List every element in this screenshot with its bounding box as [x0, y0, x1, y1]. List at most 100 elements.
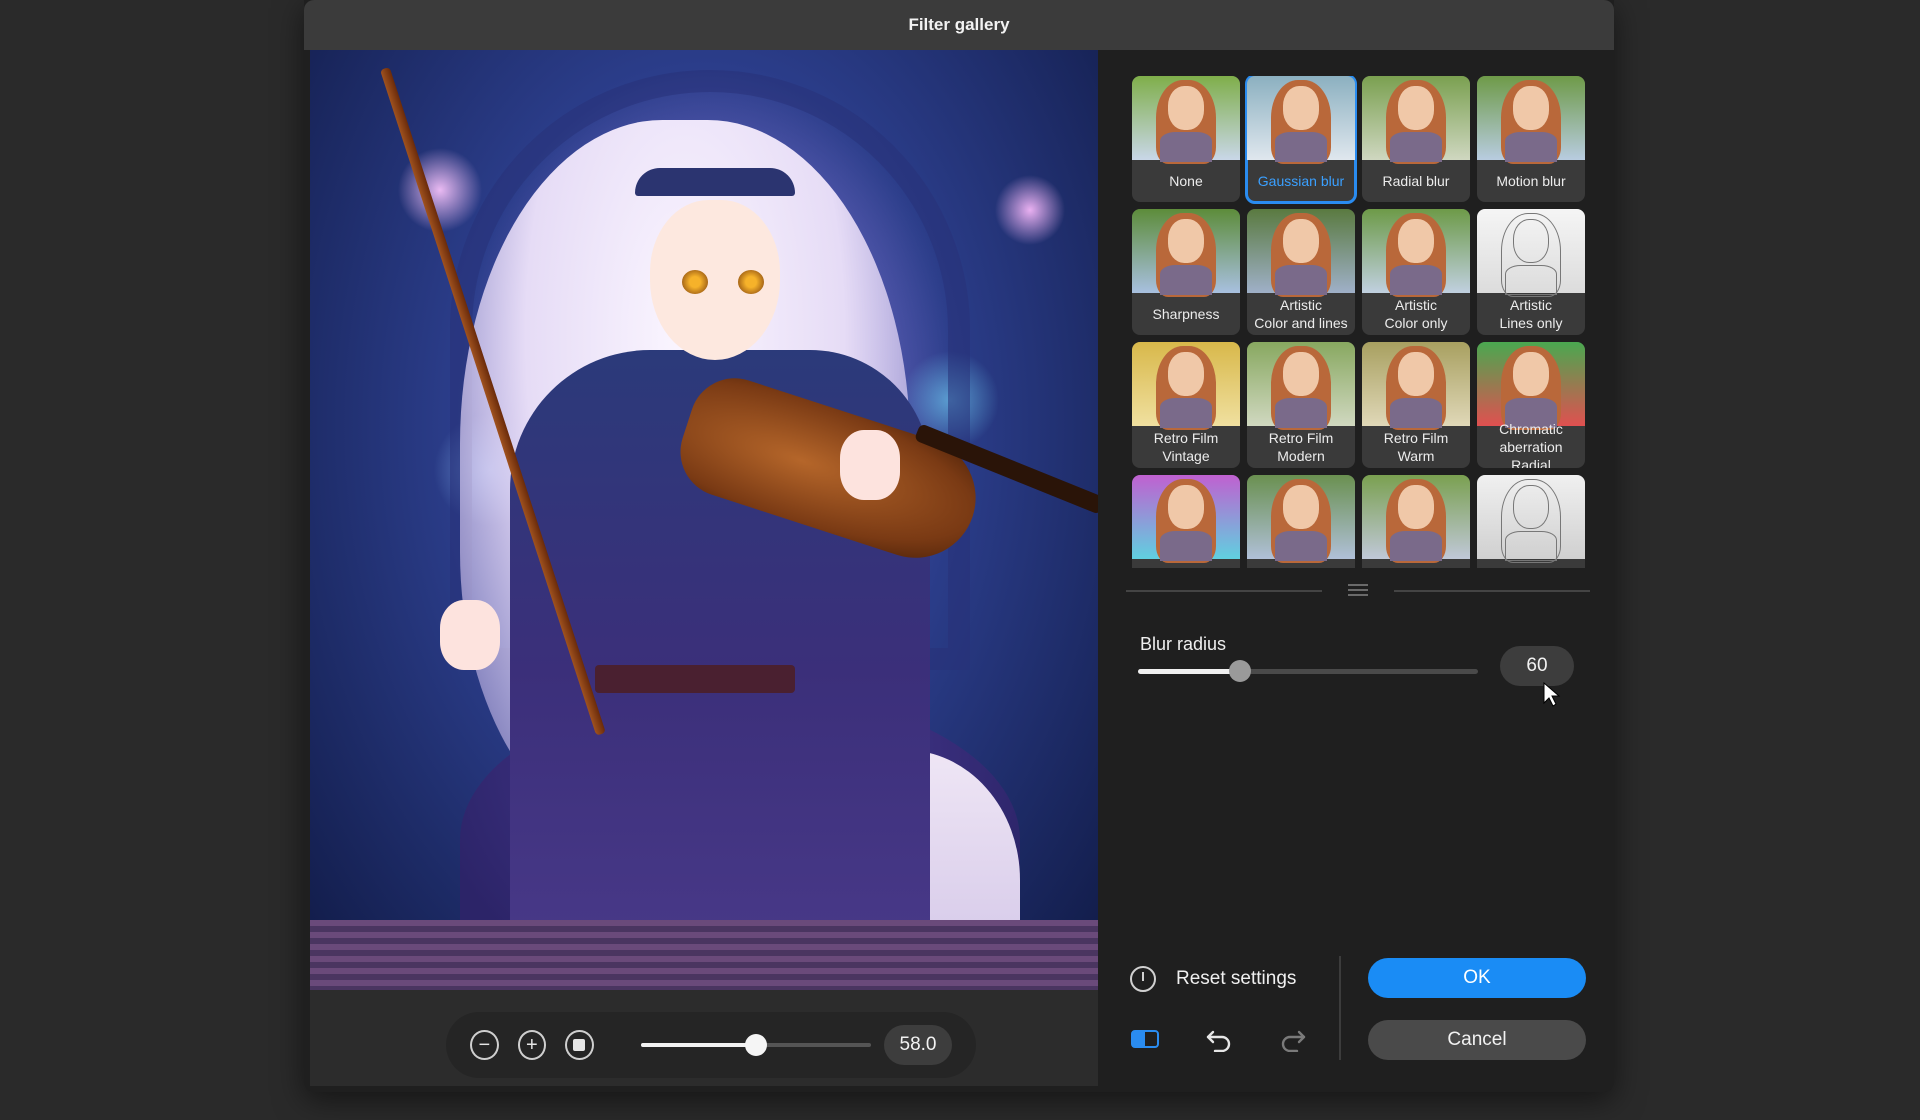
filter-thumbnail[interactable]	[1477, 475, 1585, 568]
filter-thumbnail[interactable]: Motion blur	[1477, 76, 1585, 202]
zoom-value[interactable]: 58.0	[883, 1025, 952, 1065]
filter-gallery-dialog: Filter gallery − + 58.0 None Gaussian bl…	[304, 0, 1614, 1092]
thumbnail-shirt	[1390, 132, 1442, 162]
filter-thumbnail[interactable]: Artistic Lines only	[1477, 209, 1585, 335]
cancel-button[interactable]: Cancel	[1368, 1020, 1586, 1060]
fit-to-screen-icon[interactable]	[565, 1030, 594, 1060]
filter-label: Gaussian blur	[1257, 173, 1345, 189]
filter-thumbnail[interactable]: Radial blur	[1362, 76, 1470, 202]
filter-thumbnail[interactable]: None	[1132, 76, 1240, 202]
filter-thumbnail[interactable]: Retro Film Warm	[1362, 342, 1470, 468]
filter-preview-image	[1247, 76, 1355, 164]
thumbnail-face	[1283, 219, 1319, 263]
drag-handle-icon[interactable]	[1348, 584, 1368, 596]
zoom-slider-fill	[640, 1043, 756, 1047]
preview-area: − + 58.0	[310, 50, 1098, 1086]
filter-preview-image	[1132, 342, 1240, 430]
filter-thumbnail[interactable]	[1362, 475, 1470, 568]
thumbnail-shirt	[1390, 531, 1442, 561]
filter-preview-image	[1477, 342, 1585, 430]
filter-preview-image	[1247, 475, 1355, 563]
filter-thumbnail[interactable]: Retro Film Vintage	[1132, 342, 1240, 468]
filter-thumbnail[interactable]: Artistic Color only	[1362, 209, 1470, 335]
filter-preview-image	[1477, 209, 1585, 297]
thumbnail-shirt	[1390, 265, 1442, 295]
thumbnail-face	[1283, 352, 1319, 396]
thumbnail-face	[1168, 485, 1204, 529]
filter-preview-image	[1362, 76, 1470, 164]
filter-label: Retro Film Vintage	[1153, 430, 1219, 464]
stage-floor	[310, 920, 1098, 990]
filter-label: Artistic Color only	[1384, 297, 1448, 331]
thumbnail-face	[1398, 352, 1434, 396]
filter-preview-image	[1362, 209, 1470, 297]
filter-label: Chromatic	[1132, 559, 1240, 568]
filter-thumbnail[interactable]: Chromatic aberration Radial	[1477, 342, 1585, 468]
filter-preview-image	[1247, 209, 1355, 297]
filter-label: Artistic Lines only	[1499, 297, 1563, 331]
filter-label: Retro Film Warm	[1383, 430, 1449, 464]
reset-icon	[1130, 966, 1156, 992]
compare-button[interactable]	[1130, 1024, 1160, 1054]
filter-preview-image	[1132, 209, 1240, 297]
thumbnail-shirt	[1275, 531, 1327, 561]
blur-radius-handle[interactable]	[1229, 660, 1251, 682]
filter-thumbnail-grid: None Gaussian blur Radial blur Motion blur S…	[1126, 76, 1586, 568]
divider-left	[1126, 590, 1322, 592]
thumbnail-face	[1283, 86, 1319, 130]
character-hand-right	[840, 430, 900, 500]
filter-label: Sharpness	[1152, 306, 1220, 322]
thumbnail-shirt	[1505, 265, 1557, 295]
filter-thumbnail[interactable]: Chromatic	[1132, 475, 1240, 568]
thumbnail-face	[1398, 485, 1434, 529]
zoom-slider[interactable]	[640, 1030, 871, 1060]
zoom-out-icon[interactable]: −	[470, 1030, 499, 1060]
thumbnail-face	[1398, 219, 1434, 263]
thumbnail-shirt	[1275, 265, 1327, 295]
thumbnail-shirt	[1160, 132, 1212, 162]
thumbnail-shirt	[1505, 531, 1557, 561]
filter-preview-image	[1247, 342, 1355, 430]
thumbnail-face	[1168, 86, 1204, 130]
filter-label: Retro Film Modern	[1268, 430, 1334, 464]
reset-settings-button[interactable]: Reset settings	[1130, 964, 1296, 994]
filter-label: None	[1169, 173, 1203, 189]
filter-label: Chromatic aberration Radial	[1499, 421, 1563, 468]
filter-thumbnail[interactable]: Retro Film Modern	[1247, 342, 1355, 468]
history-toolbar	[1130, 1024, 1352, 1054]
dialog-title: Filter gallery	[304, 0, 1614, 50]
ok-button[interactable]: OK	[1368, 958, 1586, 998]
filter-label	[1477, 559, 1585, 568]
blur-radius-value[interactable]: 60	[1500, 646, 1574, 686]
filter-preview-image	[1477, 76, 1585, 164]
character-belt	[595, 665, 795, 693]
thumbnail-face	[1168, 219, 1204, 263]
blur-radius-slider[interactable]	[1138, 658, 1478, 684]
character-headband	[635, 168, 795, 196]
filter-preview-image	[1477, 475, 1585, 563]
panel-splitter[interactable]	[1126, 584, 1590, 596]
thumbnail-face	[1168, 352, 1204, 396]
thumbnail-shirt	[1160, 531, 1212, 561]
filter-thumbnail[interactable]: Sharpness	[1132, 209, 1240, 335]
thumbnail-face	[1398, 86, 1434, 130]
filter-label	[1362, 559, 1470, 568]
filter-preview-image	[1132, 76, 1240, 164]
zoom-slider-handle[interactable]	[744, 1034, 767, 1056]
thumbnail-face	[1513, 352, 1549, 396]
thumbnail-shirt	[1505, 132, 1557, 162]
footer-separator	[1339, 956, 1341, 1060]
zoom-in-icon[interactable]: +	[517, 1030, 547, 1060]
undo-button[interactable]	[1204, 1024, 1234, 1054]
thumbnail-face	[1283, 485, 1319, 529]
filter-thumbnail[interactable]	[1247, 475, 1355, 568]
reset-settings-label: Reset settings	[1176, 968, 1297, 989]
thumbnail-shirt	[1160, 265, 1212, 295]
filter-thumbnail[interactable]: Artistic Color and lines	[1247, 209, 1355, 335]
thumbnail-face	[1513, 485, 1549, 529]
redo-button[interactable]	[1278, 1024, 1308, 1054]
thumbnail-shirt	[1160, 398, 1212, 428]
filter-preview-image	[1362, 475, 1470, 563]
filter-thumbnail[interactable]: Gaussian blur	[1245, 76, 1357, 204]
filter-label: Motion blur	[1496, 173, 1566, 189]
